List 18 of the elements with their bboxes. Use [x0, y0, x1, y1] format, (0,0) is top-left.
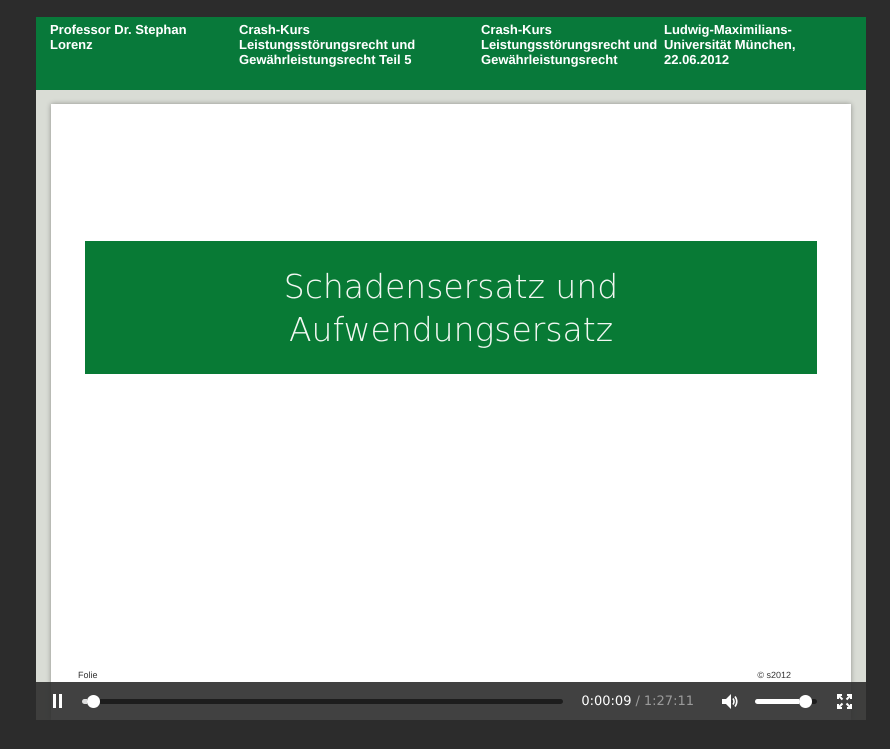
header-text: Professor Dr. Stephan Lorenz: [50, 22, 188, 54]
volume-button[interactable]: [722, 694, 739, 708]
volume-handle[interactable]: [799, 694, 812, 708]
slide-number-label: Folie: [78, 670, 98, 680]
header-text: Crash-Kurs Leistungsstörungsrecht und Gewährleistungsrecht: [481, 22, 658, 69]
progress-handle[interactable]: [86, 694, 100, 708]
copyright-text: © s2012: [757, 670, 791, 680]
header-text: Crash-Kurs Leistungsstörungsrecht und Gewährleistungsrecht Teil 5: [239, 22, 416, 69]
slide-title: Aufwendungsersatz: [288, 308, 614, 350]
duration: 1:27:11: [644, 694, 694, 708]
pause-button[interactable]: [52, 694, 64, 708]
fullscreen-button[interactable]: [837, 694, 852, 708]
progress-track[interactable]: [100, 698, 564, 704]
volume-track[interactable]: [812, 698, 817, 704]
time-separator: /: [635, 694, 640, 708]
header-text: Ludwig-Maximilians-Universität München, 22.06.2012: [664, 22, 796, 69]
slide-title: Schadensersatz und: [284, 266, 618, 308]
current-time: 0:00:09: [581, 694, 632, 708]
